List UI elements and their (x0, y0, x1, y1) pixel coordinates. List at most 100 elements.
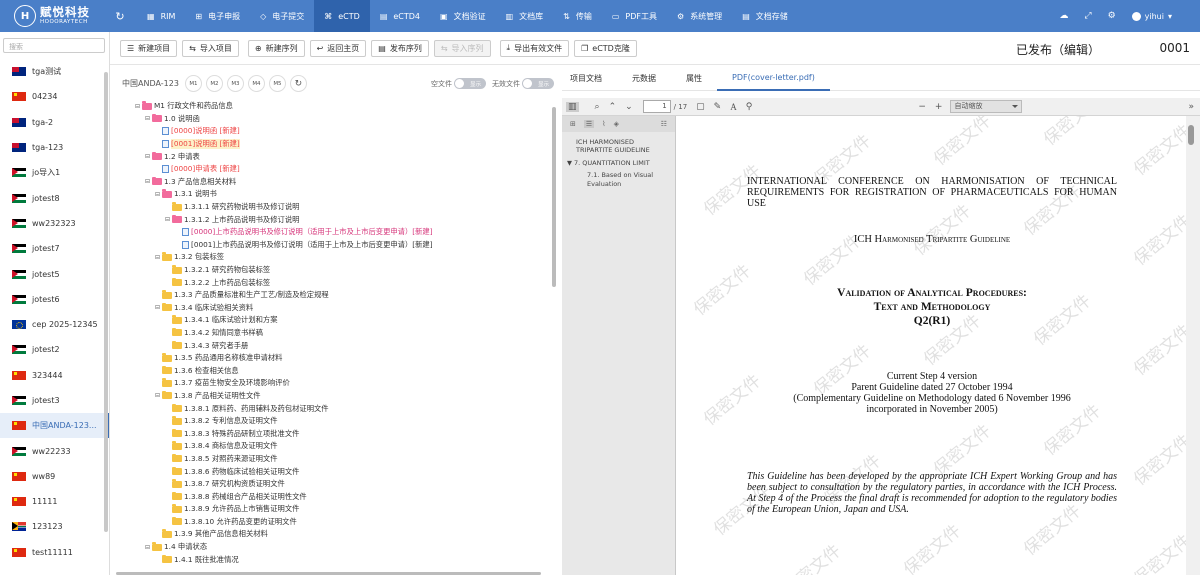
detail-tab[interactable]: 属性 (671, 67, 717, 91)
outline-icon[interactable]: ☰ (583, 120, 595, 128)
select-tool-icon[interactable]: ▢ (696, 102, 705, 112)
tree-node[interactable]: 1.4.1 既往批准情况 (110, 553, 552, 566)
tree-node[interactable]: 1.3.3 产品质量标准和生产工艺/制造及检定规程 (110, 289, 552, 302)
pdf-scroll-track[interactable] (1186, 116, 1200, 575)
attachment-icon[interactable]: ⌇ (602, 120, 605, 128)
nav-item-8[interactable]: ▭ PDF工具 (602, 0, 667, 32)
module-button-m5[interactable]: M5 (268, 75, 286, 92)
new-sequence-button[interactable]: ⊕ 新建序列 (247, 39, 305, 57)
sidebar-project-item[interactable]: test11111 (0, 540, 109, 565)
collapse-toggle-icon[interactable]: ⊟ (134, 103, 141, 110)
tree-node[interactable]: 1.3.8.8 药械组合产品相关证明性文件 (110, 490, 552, 503)
module-button-m2[interactable]: M2 (205, 75, 223, 92)
collapse-toggle-icon[interactable]: ⊟ (164, 216, 171, 223)
refresh-tree-icon[interactable]: ↻ (289, 75, 307, 92)
tree-node[interactable]: 1.3.8.3 特殊药品研制立项批准文件 (110, 427, 552, 440)
collapse-toggle-icon[interactable]: ⊟ (144, 153, 151, 160)
highlight-icon[interactable]: ✎ (714, 102, 722, 112)
sidebar-project-item[interactable]: ww22233 (0, 438, 109, 463)
import-project-button[interactable]: ⇆ 导入项目 (182, 39, 239, 57)
user-menu[interactable]: yihui ▾ (1131, 11, 1172, 21)
project-search-input[interactable]: 搜索 (3, 38, 105, 53)
settings-icon[interactable]: ⚙ (1108, 11, 1116, 21)
tree-node[interactable]: [0000]申请表 [新建] (110, 163, 552, 176)
detail-tab[interactable]: 项目文档 (562, 67, 617, 91)
zoom-select[interactable]: 自动缩放 (950, 100, 1023, 113)
pdf-scrollbar[interactable] (1188, 125, 1194, 145)
invalid-files-toggle[interactable]: 显示 (522, 78, 554, 89)
tree-node[interactable]: ⊟ 1.3.8 产品相关证明性文件 (110, 390, 552, 403)
next-page-icon[interactable]: ⌄ (625, 102, 633, 112)
new-project-button[interactable]: ☰ 新建项目 (120, 39, 178, 57)
sidebar-project-item[interactable]: jo导入1 (0, 160, 109, 185)
refresh-icon[interactable]: ↻ (103, 10, 137, 23)
tree-node[interactable]: ⊟ 1.3 产品信息相关材料 (110, 176, 552, 189)
nav-item-4[interactable]: ▤ eCTD4 (370, 0, 430, 32)
outline-item[interactable]: 7.1. Based on Visual Evaluation (562, 169, 675, 190)
tree-node[interactable]: 1.3.8.9 允许药品上市销售证明文件 (110, 503, 552, 516)
tree-node[interactable]: 1.3.9 其他产品信息相关材料 (110, 528, 552, 541)
sidebar-project-item[interactable]: tga-2 (0, 110, 109, 135)
sidebar-toggle-icon[interactable]: ▥ (566, 101, 579, 112)
detail-tab[interactable]: PDF(cover-letter.pdf) (717, 67, 830, 91)
module-button-m4[interactable]: M4 (247, 75, 265, 92)
page-number-input[interactable]: 1 (642, 100, 671, 113)
zoom-out-icon[interactable]: − (918, 102, 926, 112)
ectd-clone-button[interactable]: ❐ eCTD克隆 (574, 39, 637, 57)
empty-files-toggle[interactable]: 显示 (454, 78, 486, 89)
sidebar-project-item[interactable]: cep 2025-12345 (0, 312, 109, 337)
tree-node[interactable]: ⊟ M1 行政文件和药品信息 (110, 100, 552, 113)
tree-node[interactable]: 1.3.1.1 研究药物说明书及修订说明 (110, 201, 552, 214)
tree-node[interactable]: ⊟ 1.3.1 说明书 (110, 188, 552, 201)
thumbnail-icon[interactable]: ⊞ (570, 120, 576, 128)
more-tools-icon[interactable]: » (1189, 102, 1195, 112)
sidebar-project-item[interactable]: jotest8 (0, 185, 109, 210)
export-valid-button[interactable]: ⤓ 导出有效文件 (499, 39, 570, 57)
sidebar-project-item[interactable]: tga测试 (0, 59, 109, 84)
nav-item-9[interactable]: ⚙ 系统管理 (667, 0, 732, 32)
sidebar-scrollbar[interactable] (104, 72, 108, 532)
tree-node[interactable]: 1.3.4.3 研究者手册 (110, 339, 552, 352)
nav-item-6[interactable]: ▥ 文档库 (496, 0, 554, 32)
current-outline-icon[interactable]: ☷ (661, 120, 667, 128)
sidebar-project-item[interactable]: jotest7 (0, 236, 109, 261)
sidebar-project-item[interactable]: ww232323 (0, 211, 109, 236)
module-button-m3[interactable]: M3 (226, 75, 244, 92)
sidebar-project-item[interactable]: 中国ANDA-123... (0, 413, 109, 439)
sidebar-project-item[interactable]: 11111 (0, 489, 109, 514)
tree-node[interactable]: 1.3.2.1 研究药物包装标签 (110, 264, 552, 277)
sidebar-project-item[interactable]: 323444 (0, 363, 109, 388)
tree-node[interactable]: 1.3.8.6 药物临床试验相关证明文件 (110, 465, 552, 478)
collapse-toggle-icon[interactable]: ⊟ (154, 392, 161, 399)
tree-node[interactable]: 1.3.5 药品通用名称核准申请材料 (110, 352, 552, 365)
sidebar-project-item[interactable]: tga-123 (0, 135, 109, 160)
tree-node[interactable]: ⊟ 1.3.1.2 上市药品说明书及修订说明 (110, 213, 552, 226)
sidebar-project-item[interactable]: 04234 (0, 84, 109, 109)
zoom-in-icon[interactable]: + (935, 102, 943, 112)
nav-item-7[interactable]: ⇅ 传输 (553, 0, 602, 32)
back-home-button[interactable]: ↩ 返回主页 (309, 39, 367, 57)
tree-node[interactable]: [0001]说明函 [新建] (110, 138, 552, 151)
detail-tab[interactable]: 元数据 (617, 67, 671, 91)
collapse-toggle-icon[interactable]: ⊟ (144, 178, 151, 185)
module-button-m1[interactable]: M1 (184, 75, 202, 92)
tree-node[interactable]: 1.3.2.2 上市药品包装标签 (110, 276, 552, 289)
nav-item-3[interactable]: ⌘ eCTD (314, 0, 370, 32)
text-tool-icon[interactable]: A (730, 102, 737, 112)
caret-down-icon[interactable]: ▼ (567, 159, 572, 167)
link-icon[interactable]: ⚲ (746, 102, 753, 112)
nav-item-2[interactable]: ◇ 电子提交 (250, 0, 314, 32)
tree-node[interactable]: 1.3.8.1 原料药、药用辅料及药包材证明文件 (110, 402, 552, 415)
search-icon[interactable]: ⌕ (595, 102, 600, 112)
import-sequence-button[interactable]: ⇆ 导入序列 (433, 39, 491, 57)
tree-node[interactable]: 1.3.4.1 临床试验计划和方案 (110, 314, 552, 327)
tree-node[interactable]: ⊟ 1.2 申请表 (110, 150, 552, 163)
tree-node[interactable]: 1.3.8.7 研究机构资质证明文件 (110, 478, 552, 491)
collapse-toggle-icon[interactable]: ⊟ (144, 544, 151, 551)
sidebar-project-item[interactable]: jotest3 (0, 388, 109, 413)
outline-item[interactable]: ▼ 7. QUANTITATION LIMIT (562, 157, 675, 169)
previous-page-icon[interactable]: ⌃ (609, 102, 617, 112)
collapse-toggle-icon[interactable]: ⊟ (154, 191, 161, 198)
tree-vertical-scrollbar[interactable] (552, 107, 556, 287)
tree-node[interactable]: 1.3.8.10 允许药品变更的证明文件 (110, 516, 552, 529)
